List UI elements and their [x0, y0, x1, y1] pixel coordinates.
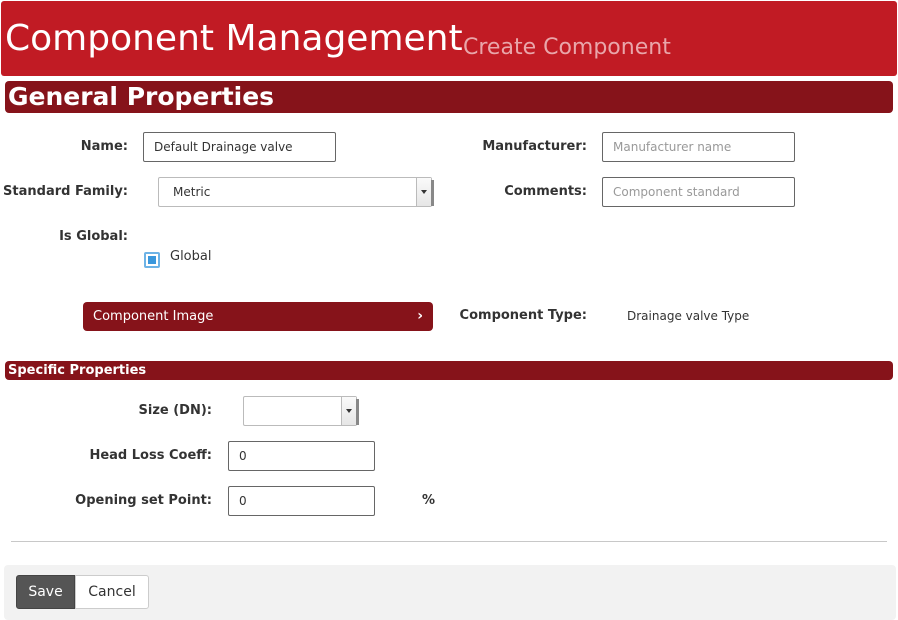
standard-family-select[interactable]: Metric: [158, 177, 434, 207]
comments-field[interactable]: [602, 177, 795, 207]
cancel-button[interactable]: Cancel: [75, 575, 149, 609]
page-header: Component Management Create Component: [1, 1, 897, 76]
component-image-label: Component Image: [93, 309, 214, 324]
page: Component Management Create Component Ge…: [0, 0, 898, 620]
component-type-label: Component Type:: [459, 308, 587, 323]
size-dn-select[interactable]: [243, 396, 359, 426]
opening-unit-label: %: [422, 493, 436, 508]
head-loss-coeff-label: Head Loss Coeff:: [89, 448, 212, 463]
global-checkbox-label[interactable]: Global: [170, 249, 211, 264]
checkbox-checked-mark: [148, 256, 156, 264]
chevron-right-icon: ›: [417, 308, 423, 324]
specific-properties-header: Specific Properties: [5, 361, 893, 380]
standard-family-value: Metric: [173, 185, 211, 199]
page-subtitle: Create Component: [463, 35, 671, 60]
form-divider: [11, 541, 887, 542]
general-properties-header: General Properties: [5, 81, 893, 113]
name-label: Name:: [80, 139, 128, 154]
opening-set-point-label: Opening set Point:: [75, 493, 212, 508]
select-shadow: [356, 399, 359, 425]
caret-down-icon[interactable]: [341, 397, 356, 425]
name-field[interactable]: [143, 132, 336, 162]
is-global-label: Is Global:: [59, 229, 128, 244]
manufacturer-label: Manufacturer:: [482, 139, 587, 154]
global-checkbox[interactable]: [144, 252, 160, 268]
manufacturer-field[interactable]: [602, 132, 795, 162]
save-button[interactable]: Save: [16, 575, 75, 609]
standard-family-label: Standard Family:: [3, 184, 128, 199]
component-type-value: Drainage valve Type: [627, 309, 750, 323]
size-dn-label: Size (DN):: [138, 403, 212, 418]
page-title: Component Management: [5, 18, 463, 59]
caret-down-icon[interactable]: [416, 178, 431, 206]
select-shadow: [431, 180, 434, 206]
head-loss-coeff-field[interactable]: [228, 441, 375, 471]
comments-label: Comments:: [504, 184, 587, 199]
opening-set-point-field[interactable]: [228, 486, 375, 516]
component-image-button[interactable]: Component Image ›: [83, 302, 433, 331]
form-footer: Save Cancel: [4, 565, 896, 620]
